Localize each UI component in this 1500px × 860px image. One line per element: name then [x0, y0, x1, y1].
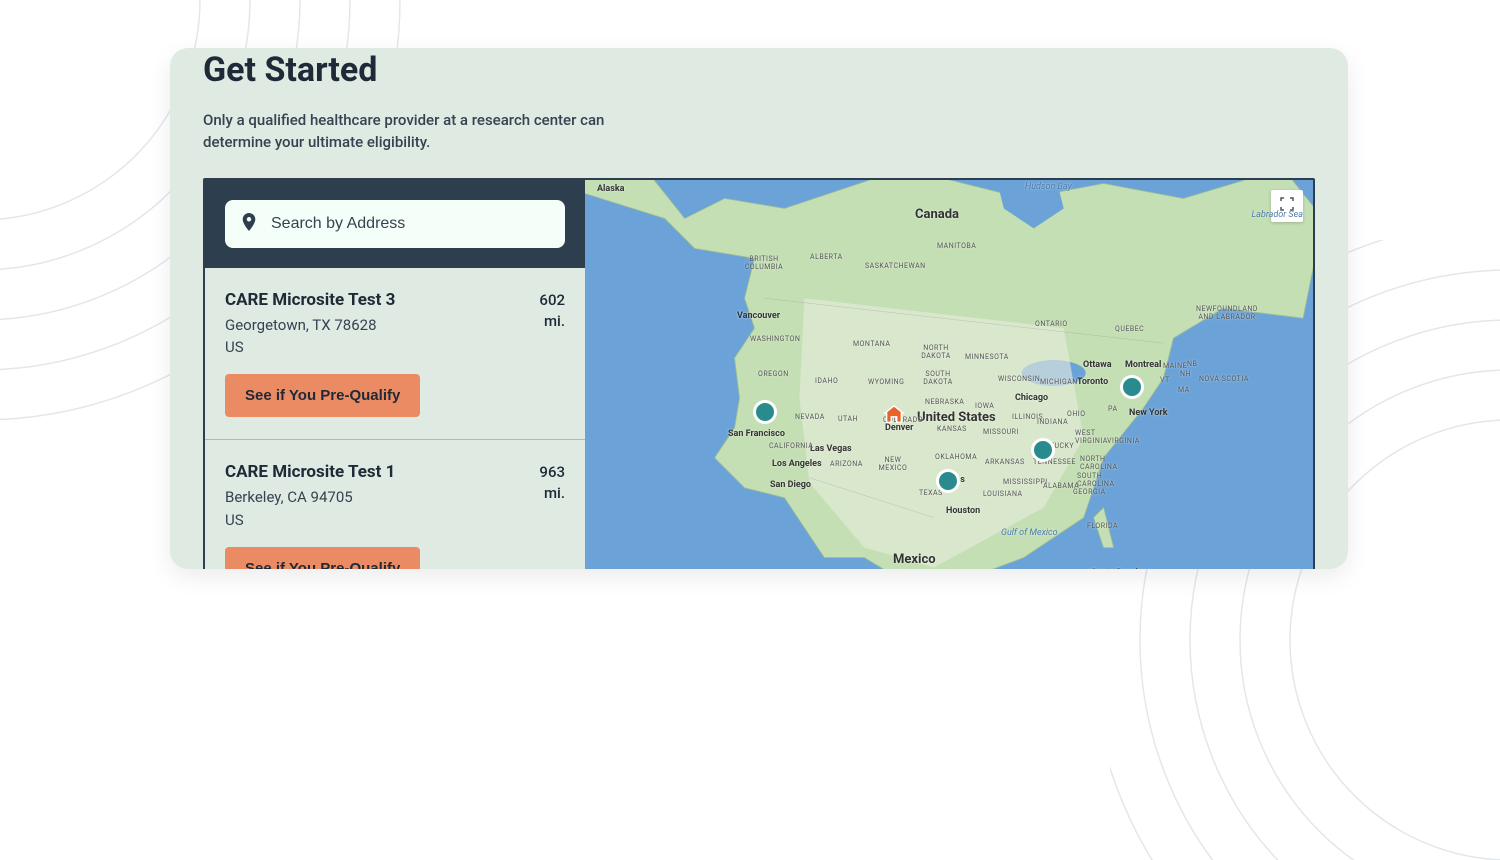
map-label-san-diego: San Diego — [770, 480, 811, 490]
map-label-ma: MA — [1178, 386, 1190, 394]
map-label-houston: Houston — [946, 506, 980, 516]
search-input-wrap[interactable] — [225, 200, 565, 248]
location-marker-icon[interactable] — [753, 400, 777, 424]
map-label-missouri: MISSOURI — [983, 428, 1019, 436]
result-address: Georgetown, TX 78628 — [225, 314, 527, 337]
map-label-iowa: IOWA — [975, 402, 994, 410]
map-label-indiana: INDIANA — [1037, 418, 1068, 426]
map-label-michigan: MICHIGAN — [1040, 378, 1078, 386]
result-distance-unit: mi. — [539, 311, 565, 332]
map-label-nebraska: NEBRASKA — [925, 398, 964, 406]
prequalify-button[interactable]: See if You Pre-Qualify — [225, 547, 420, 569]
map-label-washington: WASHINGTON — [750, 335, 800, 343]
result-distance-value: 963 — [539, 462, 565, 483]
result-country: US — [225, 511, 527, 529]
location-marker-icon[interactable] — [1031, 438, 1055, 462]
map-label-virginia: VIRGINIA — [1107, 437, 1140, 445]
header: Get Started Only a qualified healthcare … — [170, 50, 1348, 178]
map-label-georgia: GEORGIA — [1073, 488, 1106, 496]
main-card: Get Started Only a qualified healthcare … — [170, 48, 1348, 569]
map-label-arkansas: ARKANSAS — [985, 458, 1025, 466]
map-label-montana: MONTANA — [853, 340, 890, 348]
map-label-labrador-sea: Labrador Sea — [1251, 210, 1303, 220]
map-label-wyoming: WYOMING — [868, 378, 904, 386]
map-label-ohio: OHIO — [1067, 410, 1086, 418]
map-label-louisiana: LOUISIANA — [983, 490, 1023, 498]
map-label-alaska: Alaska — [597, 184, 625, 194]
map-label-las-vegas: Las Vegas — [810, 444, 852, 454]
map-label-nh: NH — [1180, 370, 1191, 378]
map-label-mississippi: MISSISSIPPI — [1003, 478, 1048, 486]
result-title: CARE Microsite Test 1 — [225, 462, 527, 482]
search-bar — [205, 180, 585, 268]
map-label-montreal: Montreal — [1125, 360, 1161, 370]
location-marker-icon[interactable] — [1120, 375, 1144, 399]
result-address: Berkeley, CA 94705 — [225, 486, 527, 509]
map-label-pa: PA — [1108, 405, 1118, 413]
map-label-nova-scotia: NOVA SCOTIA — [1199, 375, 1249, 383]
map-label-minnesota: MINNESOTA — [965, 353, 1009, 361]
content-panel: CARE Microsite Test 3 Georgetown, TX 786… — [203, 178, 1315, 569]
map-label-santo-domingo: Santo Domingo — [1091, 568, 1153, 569]
result-country: US — [225, 338, 527, 356]
map-label-ottawa: Ottawa — [1083, 360, 1112, 370]
page-subtext: Only a qualified healthcare provider at … — [203, 109, 623, 154]
map-label-sd: SOUTH DAKOTA — [922, 370, 954, 386]
results-list[interactable]: CARE Microsite Test 3 Georgetown, TX 786… — [205, 268, 585, 569]
map-label-toronto: Toronto — [1077, 377, 1108, 387]
map-label-idaho: IDAHO — [815, 377, 838, 385]
map-label-vt: VT — [1160, 376, 1170, 384]
map-label-canada: Canada — [915, 207, 959, 222]
map-label-florida: FLORIDA — [1087, 522, 1118, 530]
result-title: CARE Microsite Test 3 — [225, 290, 527, 310]
map-label-mexico: Mexico — [893, 552, 936, 567]
map-label-nm: NEW MEXICO — [875, 456, 911, 472]
result-item[interactable]: CARE Microsite Test 1 Berkeley, CA 94705… — [205, 440, 585, 569]
map-label-nevada: NEVADA — [795, 413, 825, 421]
map-label-new-york: New York — [1129, 408, 1168, 418]
map-label-chicago: Chicago — [1015, 393, 1048, 403]
map-label-nb: NB — [1187, 360, 1197, 368]
map-label-nc: NORTH CAROLINA — [1080, 455, 1124, 471]
location-pin-icon — [241, 213, 257, 235]
search-input[interactable] — [271, 215, 549, 233]
map-label-arizona: ARIZONA — [830, 460, 863, 468]
page-title: Get Started — [203, 50, 1315, 91]
home-marker-icon[interactable] — [883, 404, 905, 426]
map-label-united-states: United States — [917, 410, 996, 425]
map-label-nl: NEWFOUNDLAND AND LABRADOR — [1190, 305, 1264, 321]
map-label-saskatchewan: SASKATCHEWAN — [865, 262, 926, 270]
result-item[interactable]: CARE Microsite Test 3 Georgetown, TX 786… — [205, 268, 585, 441]
map-label-utah: UTAH — [838, 415, 858, 423]
map-label-kansas: KANSAS — [937, 425, 967, 433]
map-label-sc: SOUTH CAROLINA — [1077, 472, 1121, 488]
map-label-ontario: ONTARIO — [1035, 320, 1068, 328]
map-label-oklahoma: OKLAHOMA — [935, 453, 977, 461]
map-label-vancouver: Vancouver — [737, 311, 780, 321]
location-marker-icon[interactable] — [936, 469, 960, 493]
map-label-texas: TEXAS — [919, 489, 943, 497]
map-label-oregon: OREGON — [758, 370, 789, 378]
map-label-alberta: ALBERTA — [810, 253, 843, 261]
map-label-gulf: Gulf of Mexico — [1001, 528, 1058, 538]
map-label-bc: BRITISH COLUMBIA — [742, 255, 786, 271]
map-label-manitoba: MANITOBA — [937, 242, 976, 250]
prequalify-button[interactable]: See if You Pre-Qualify — [225, 374, 420, 417]
map-label-hudson-bay: Hudson Bay — [1025, 182, 1072, 192]
results-sidebar: CARE Microsite Test 3 Georgetown, TX 786… — [205, 180, 585, 569]
map[interactable]: Canada United States Mexico Cuba Hudson … — [585, 180, 1313, 569]
map-label-maine: MAINE — [1163, 362, 1187, 370]
map-label-wisconsin: WISCONSIN — [998, 375, 1040, 383]
map-label-nd: NORTH DAKOTA — [920, 344, 952, 360]
result-distance-value: 602 — [539, 290, 565, 311]
map-label-california: CALIFORNIA — [769, 442, 813, 450]
result-distance-unit: mi. — [539, 483, 565, 504]
map-label-quebec: QUEBEC — [1115, 325, 1144, 333]
map-label-san-francisco: San Francisco — [728, 429, 785, 439]
map-label-los-angeles: Los Angeles — [772, 459, 822, 469]
